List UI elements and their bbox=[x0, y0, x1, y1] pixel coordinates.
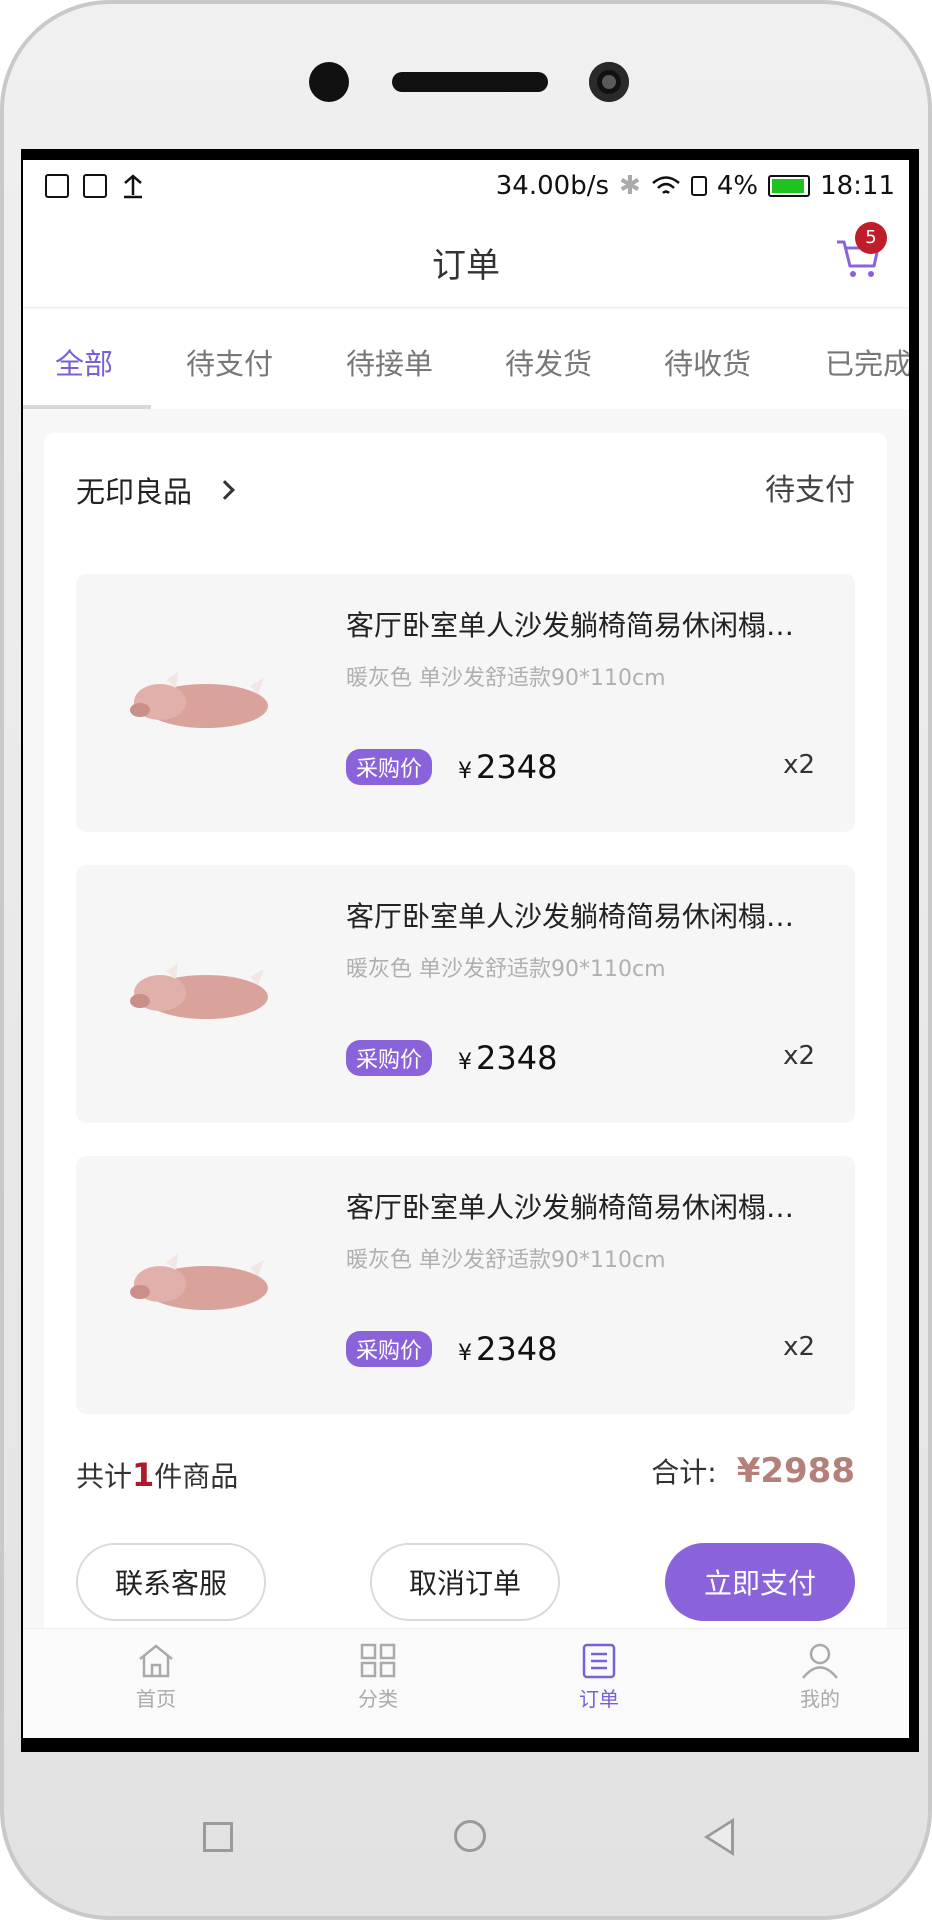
recent-apps-button[interactable] bbox=[203, 1822, 233, 1852]
tab-all[interactable]: 全部 bbox=[55, 341, 113, 383]
item-title: 客厅卧室单人沙发躺椅简易休闲榻… bbox=[346, 900, 795, 933]
tab-pending-shipment[interactable]: 待发货 bbox=[505, 341, 592, 383]
upload-icon bbox=[124, 174, 142, 199]
tab-pending-payment[interactable]: 待支付 bbox=[186, 341, 273, 383]
tabbar-item-orders[interactable]: 订单 bbox=[549, 1643, 649, 1712]
item-spec: 暖灰色 单沙发舒适款90*110cm bbox=[346, 957, 666, 982]
order-item[interactable]: 客厅卧室单人沙发躺椅简易休闲榻… 暖灰色 单沙发舒适款90*110cm 采购价 … bbox=[76, 574, 855, 832]
tabbar-label: 分类 bbox=[358, 1687, 398, 1711]
user-icon bbox=[802, 1643, 838, 1679]
wifi-icon bbox=[652, 176, 680, 194]
order-status: 待支付 bbox=[765, 473, 855, 508]
image-icon bbox=[83, 174, 107, 198]
cart-badge: 5 bbox=[855, 222, 887, 254]
tabbar-label: 首页 bbox=[136, 1687, 176, 1711]
home-button[interactable] bbox=[454, 1820, 486, 1852]
tab-indicator bbox=[23, 405, 151, 409]
item-quantity: x2 bbox=[783, 1041, 815, 1071]
tab-pending-accept[interactable]: 待接单 bbox=[346, 341, 433, 383]
app-header: 订单 5 bbox=[23, 212, 909, 308]
bluetooth-icon: ✱ bbox=[619, 171, 641, 201]
item-title: 客厅卧室单人沙发躺椅简易休闲榻… bbox=[346, 609, 795, 642]
proximity-sensor bbox=[309, 62, 349, 102]
alert-icon bbox=[45, 174, 69, 198]
item-price: ¥2348 bbox=[458, 748, 558, 786]
tabbar-label: 订单 bbox=[579, 1687, 619, 1711]
status-bar: 34.00b/s ✱ 4% 18:11 bbox=[23, 160, 909, 212]
battery-percent: 4% bbox=[716, 171, 759, 201]
tabbar-label: 我的 bbox=[800, 1687, 840, 1711]
product-image bbox=[130, 1254, 268, 1310]
contact-support-button[interactable]: 联系客服 bbox=[76, 1543, 266, 1621]
shop-link[interactable]: 无印良品 bbox=[76, 469, 235, 511]
tabbar-item-profile[interactable]: 我的 bbox=[770, 1643, 870, 1712]
cancel-order-button[interactable]: 取消订单 bbox=[370, 1543, 560, 1621]
tab-pending-receipt[interactable]: 待收货 bbox=[664, 341, 751, 383]
order-total: 合计: ¥2988 bbox=[651, 1451, 855, 1491]
tab-completed[interactable]: 已完成 bbox=[825, 341, 909, 383]
network-speed: 34.00b/s bbox=[495, 171, 610, 201]
item-quantity: x2 bbox=[783, 750, 815, 780]
total-amount: ¥2988 bbox=[736, 1451, 855, 1491]
orders-icon bbox=[582, 1643, 616, 1679]
order-item[interactable]: 客厅卧室单人沙发躺椅简易休闲榻… 暖灰色 单沙发舒适款90*110cm 采购价 … bbox=[76, 1156, 855, 1414]
battery-icon bbox=[768, 175, 811, 197]
order-tabs: 全部 待支付 待接单 待发货 待收货 已完成 bbox=[23, 309, 909, 409]
front-camera bbox=[589, 62, 629, 102]
item-title: 客厅卧室单人沙发躺椅简易休闲榻… bbox=[346, 1191, 795, 1224]
price-type-badge: 采购价 bbox=[346, 749, 433, 785]
total-label: 合计: bbox=[651, 1456, 717, 1489]
tabbar-item-category[interactable]: 分类 bbox=[328, 1643, 428, 1712]
order-item[interactable]: 客厅卧室单人沙发躺椅简易休闲榻… 暖灰色 单沙发舒适款90*110cm 采购价 … bbox=[76, 865, 855, 1123]
back-button[interactable] bbox=[704, 1818, 734, 1856]
chevron-right-icon bbox=[215, 480, 235, 500]
product-image bbox=[130, 672, 268, 728]
product-image bbox=[130, 963, 268, 1019]
earpiece-speaker bbox=[392, 72, 548, 92]
item-spec: 暖灰色 单沙发舒适款90*110cm bbox=[346, 1248, 666, 1273]
bottom-tabbar: 首页 分类 订单 我的 bbox=[23, 1628, 909, 1738]
sim-icon bbox=[690, 176, 707, 196]
item-count-summary: 共计1件商品 bbox=[76, 1456, 239, 1494]
item-quantity: x2 bbox=[783, 1332, 815, 1362]
tabbar-item-home[interactable]: 首页 bbox=[106, 1643, 206, 1712]
item-spec: 暖灰色 单沙发舒适款90*110cm bbox=[346, 666, 666, 691]
order-card[interactable]: 无印良品 待支付 客厅卧室单人沙发躺椅简易休闲榻… 暖灰色 单沙发舒适款90*1… bbox=[44, 433, 887, 1738]
home-icon bbox=[139, 1644, 173, 1678]
price-type-badge: 采购价 bbox=[346, 1040, 433, 1076]
item-price: ¥2348 bbox=[458, 1330, 558, 1368]
shop-name: 无印良品 bbox=[76, 475, 193, 509]
pay-now-button[interactable]: 立即支付 bbox=[665, 1543, 855, 1621]
screen: 34.00b/s ✱ 4% 18:11 订单 5 全部 待支付 待接单 待发货 … bbox=[23, 160, 909, 1738]
clock: 18:11 bbox=[820, 171, 895, 201]
page-title: 订单 bbox=[432, 246, 500, 286]
item-price: ¥2348 bbox=[458, 1039, 558, 1077]
grid-icon bbox=[360, 1643, 396, 1678]
price-type-badge: 采购价 bbox=[346, 1331, 433, 1367]
